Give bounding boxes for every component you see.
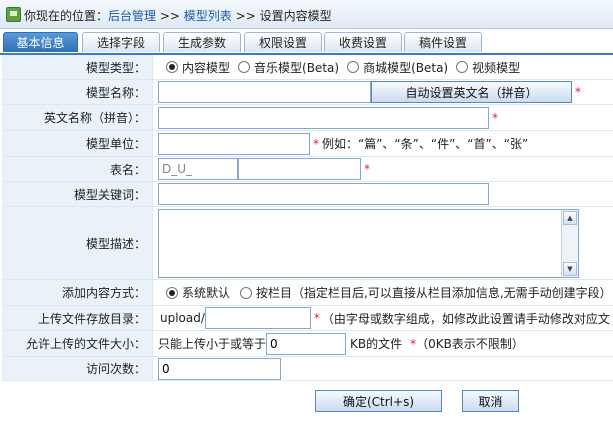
row-english-name: 英文名称（拼音）： * bbox=[2, 105, 613, 131]
tab-bar: 基本信息 选择字段 生成参数 权限设置 收费设置 稿件设置 bbox=[0, 32, 613, 55]
radio-video-model-label: 视频模型 bbox=[472, 60, 521, 75]
table-name-label: 表名： bbox=[2, 157, 153, 181]
radio-system-default-label: 系统默认 bbox=[182, 286, 231, 300]
breadcrumb-current: 设置内容模型 bbox=[259, 9, 332, 23]
upload-dir-label: 上传文件存放目录： bbox=[2, 306, 153, 330]
radio-by-column-label: 按栏目（指定栏目后,可以直接从栏目添加信息,无需手动创建字段） bbox=[256, 286, 612, 300]
required-marker: * bbox=[313, 311, 320, 325]
breadcrumb-link-model-list[interactable]: 模型列表 bbox=[184, 9, 232, 23]
radio-content-model-label: 内容模型 bbox=[182, 60, 231, 75]
tab-permissions[interactable]: 权限设置 bbox=[244, 32, 322, 52]
upload-dir-prefix: upload/ bbox=[160, 311, 205, 325]
tab-generate-params[interactable]: 生成参数 bbox=[163, 32, 241, 52]
row-table-name: 表名： * bbox=[2, 157, 613, 182]
scroll-down-icon[interactable]: ▼ bbox=[563, 261, 577, 276]
table-name-input[interactable] bbox=[238, 158, 361, 180]
required-marker: * bbox=[364, 162, 370, 176]
form-actions: 确定(Ctrl+s) 取消 bbox=[0, 388, 613, 416]
english-name-label: 英文名称（拼音）： bbox=[2, 105, 153, 130]
description-textarea[interactable]: ▲ ▼ bbox=[158, 208, 579, 278]
required-marker: * bbox=[492, 110, 498, 125]
model-type-label: 模型类型： bbox=[2, 55, 153, 79]
tab-submission-settings[interactable]: 稿件设置 bbox=[404, 32, 482, 52]
required-marker: * bbox=[575, 85, 581, 99]
row-model-type: 模型类型： 内容模型 音乐模型(Beta) 商城模型(Beta) 视频模型 bbox=[2, 55, 613, 80]
radio-video-model[interactable] bbox=[456, 61, 469, 73]
table-prefix-input bbox=[158, 158, 238, 180]
row-add-method: 添加内容方式： 系统默认 按栏目（指定栏目后,可以直接从栏目添加信息,无需手动创… bbox=[2, 280, 613, 306]
row-max-size: 允许上传的文件大小： 只能上传小于或等于 KB的文件 * （0KB表示不限制） bbox=[2, 331, 613, 357]
keywords-input[interactable] bbox=[158, 183, 489, 205]
radio-music-model[interactable] bbox=[238, 61, 251, 73]
description-scrollbar[interactable]: ▲ ▼ bbox=[561, 209, 578, 277]
required-marker: * bbox=[313, 136, 319, 151]
description-label: 模型描述： bbox=[2, 207, 153, 279]
radio-content-model[interactable] bbox=[166, 61, 178, 73]
row-keywords: 模型关键词： bbox=[2, 182, 613, 207]
model-name-label: 模型名称： bbox=[2, 80, 153, 104]
radio-shop-model[interactable] bbox=[347, 61, 360, 73]
breadcrumb-separator: >> bbox=[159, 9, 180, 23]
breadcrumb-prefix: 你现在的位置： bbox=[24, 9, 109, 23]
upload-dir-input[interactable] bbox=[204, 307, 311, 329]
tab-basic-info[interactable]: 基本信息 bbox=[3, 32, 78, 52]
breadcrumb-separator: >> bbox=[235, 9, 256, 23]
radio-by-column[interactable] bbox=[240, 286, 253, 299]
model-unit-hint: 例如：“篇”、“条”、“件”、“首”、“张” bbox=[322, 137, 529, 151]
radio-shop-model-label: 商城模型(Beta) bbox=[363, 60, 449, 75]
max-size-hint: （0KB表示不限制） bbox=[416, 337, 524, 351]
model-unit-label: 模型单位： bbox=[2, 131, 153, 156]
auto-set-english-name-button[interactable]: 自动设置英文名（拼音） bbox=[371, 81, 572, 103]
visits-input[interactable] bbox=[158, 357, 281, 380]
row-model-name: 模型名称： 自动设置英文名（拼音） * bbox=[2, 80, 613, 105]
radio-system-default[interactable] bbox=[166, 286, 178, 299]
visits-label: 访问次数： bbox=[2, 357, 153, 380]
home-icon bbox=[6, 7, 21, 22]
row-visits: 访问次数： bbox=[2, 357, 613, 381]
scroll-up-icon[interactable]: ▲ bbox=[563, 210, 577, 225]
row-description: 模型描述： ▲ ▼ bbox=[2, 207, 613, 280]
tab-select-fields[interactable]: 选择字段 bbox=[82, 32, 160, 52]
cancel-button[interactable]: 取消 bbox=[462, 390, 519, 412]
keywords-label: 模型关键词： bbox=[2, 182, 153, 206]
max-size-unit-text: KB的文件 bbox=[350, 337, 403, 351]
tab-charge-settings[interactable]: 收费设置 bbox=[324, 32, 402, 52]
breadcrumb-link-admin[interactable]: 后台管理 bbox=[108, 9, 156, 23]
english-name-input[interactable] bbox=[158, 106, 489, 129]
breadcrumb: 你现在的位置：后台管理 >> 模型列表 >> 设置内容模型 bbox=[0, 0, 613, 29]
max-size-prefix-text: 只能上传小于或等于 bbox=[158, 337, 267, 351]
max-size-input[interactable] bbox=[266, 332, 347, 355]
row-model-unit: 模型单位： * 例如：“篇”、“条”、“件”、“首”、“张” bbox=[2, 131, 613, 157]
model-unit-input[interactable] bbox=[158, 132, 310, 155]
submit-button[interactable]: 确定(Ctrl+s) bbox=[315, 390, 442, 412]
radio-music-model-label: 音乐模型(Beta) bbox=[254, 60, 340, 75]
max-size-label: 允许上传的文件大小： bbox=[2, 331, 153, 356]
add-method-label: 添加内容方式： bbox=[2, 280, 153, 305]
model-name-input[interactable] bbox=[158, 81, 371, 103]
row-upload-dir: 上传文件存放目录： upload/ * （由字母或数字组成，如修改此设置请手动修… bbox=[2, 306, 613, 331]
upload-dir-hint: （由字母或数字组成，如修改此设置请手动修改对应文 bbox=[321, 311, 610, 326]
